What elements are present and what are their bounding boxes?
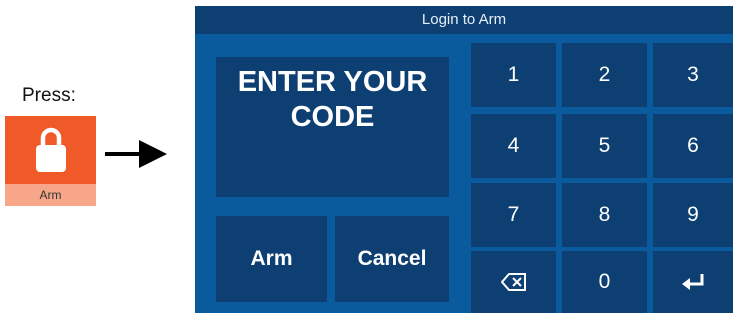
key-3[interactable]: 3 (653, 43, 733, 107)
enter-key[interactable] (653, 251, 733, 313)
code-prompt: ENTER YOUR CODE (216, 57, 449, 197)
cancel-button[interactable]: Cancel (335, 216, 449, 302)
key-7[interactable]: 7 (471, 183, 556, 247)
key-9[interactable]: 9 (653, 183, 733, 247)
backspace-key[interactable] (471, 251, 556, 313)
arm-button[interactable]: Arm (216, 216, 327, 302)
key-5[interactable]: 5 (562, 114, 647, 178)
backspace-icon (500, 273, 526, 291)
enter-icon (682, 274, 704, 290)
key-8[interactable]: 8 (562, 183, 647, 247)
arm-tile-label: Arm (5, 184, 96, 206)
key-2[interactable]: 2 (562, 43, 647, 107)
key-6[interactable]: 6 (653, 114, 733, 178)
code-prompt-line1: ENTER YOUR (237, 66, 428, 98)
key-0[interactable]: 0 (562, 251, 647, 313)
press-label: Press: (22, 85, 76, 106)
screen: Press: Arm Login to Arm ENTER YOUR CODE … (0, 0, 733, 313)
panel-title: Login to Arm (195, 6, 733, 34)
right-arrow-icon (105, 140, 167, 168)
lock-icon (36, 127, 66, 172)
key-1[interactable]: 1 (471, 43, 556, 107)
login-panel: Login to Arm ENTER YOUR CODE Arm Cancel … (195, 6, 733, 313)
key-4[interactable]: 4 (471, 114, 556, 178)
arm-tile-button[interactable]: Arm (5, 116, 96, 206)
code-prompt-line2: CODE (290, 101, 375, 133)
